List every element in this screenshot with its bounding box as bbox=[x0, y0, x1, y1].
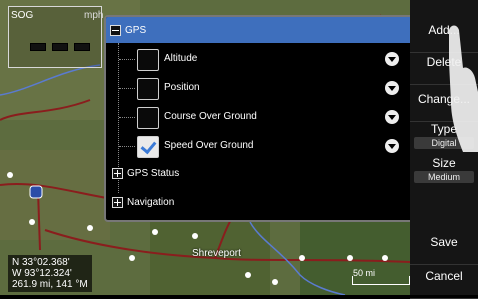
touch-hand-icon bbox=[449, 25, 478, 152]
list-item-altitude[interactable]: Altitude bbox=[106, 45, 412, 74]
cog-checkbox[interactable] bbox=[137, 107, 159, 129]
speed-unit-label: mph bbox=[84, 10, 104, 21]
list-item-position[interactable]: Position bbox=[106, 74, 412, 103]
expand-icon[interactable] bbox=[112, 168, 123, 179]
city-label: Shreveport bbox=[192, 248, 241, 259]
range-bearing-text: 261.9 mi, 141 °M bbox=[12, 279, 88, 290]
sog-checkbox[interactable] bbox=[137, 136, 159, 158]
position-checkbox[interactable] bbox=[137, 78, 159, 100]
cog-label: Course Over Ground bbox=[164, 111, 257, 122]
collapse-icon[interactable] bbox=[110, 24, 121, 36]
size-setting[interactable]: Size Medium bbox=[410, 156, 478, 183]
scale-bar bbox=[352, 276, 410, 285]
gps-group-label: GPS bbox=[125, 24, 147, 36]
sog-value-dashes bbox=[30, 43, 90, 51]
chevron-down-icon[interactable] bbox=[385, 139, 399, 153]
list-item-cog[interactable]: Course Over Ground bbox=[106, 103, 412, 132]
position-label: Position bbox=[164, 82, 200, 93]
list-item-sog[interactable]: Speed Over Ground bbox=[106, 132, 412, 161]
position-readout: N 33°02.368' W 93°12.324' 261.9 mi, 141 … bbox=[8, 255, 92, 292]
gps-data-dialog: GPS Altitude Position Course Over Ground… bbox=[104, 15, 420, 222]
gps-group-header[interactable]: GPS bbox=[106, 17, 412, 43]
altitude-label: Altitude bbox=[164, 53, 198, 64]
navigation-label: Navigation bbox=[127, 197, 175, 208]
latitude-text: N 33°02.368' bbox=[12, 257, 70, 268]
expand-icon[interactable] bbox=[112, 197, 123, 208]
cancel-button[interactable]: Cancel bbox=[410, 254, 478, 299]
chevron-down-icon[interactable] bbox=[385, 81, 399, 95]
chevron-down-icon[interactable] bbox=[385, 52, 399, 66]
sog-item-label: Speed Over Ground bbox=[164, 140, 254, 151]
altitude-checkbox[interactable] bbox=[137, 49, 159, 71]
sog-label: SOG bbox=[11, 10, 34, 21]
group-gps-status[interactable]: GPS Status bbox=[112, 168, 179, 179]
size-label: Size bbox=[432, 156, 456, 170]
group-navigation[interactable]: Navigation bbox=[112, 197, 174, 208]
longitude-text: W 93°12.324' bbox=[12, 268, 72, 279]
gps-status-label: GPS Status bbox=[127, 168, 180, 179]
size-value: Medium bbox=[414, 171, 474, 183]
chevron-down-icon[interactable] bbox=[385, 110, 399, 124]
